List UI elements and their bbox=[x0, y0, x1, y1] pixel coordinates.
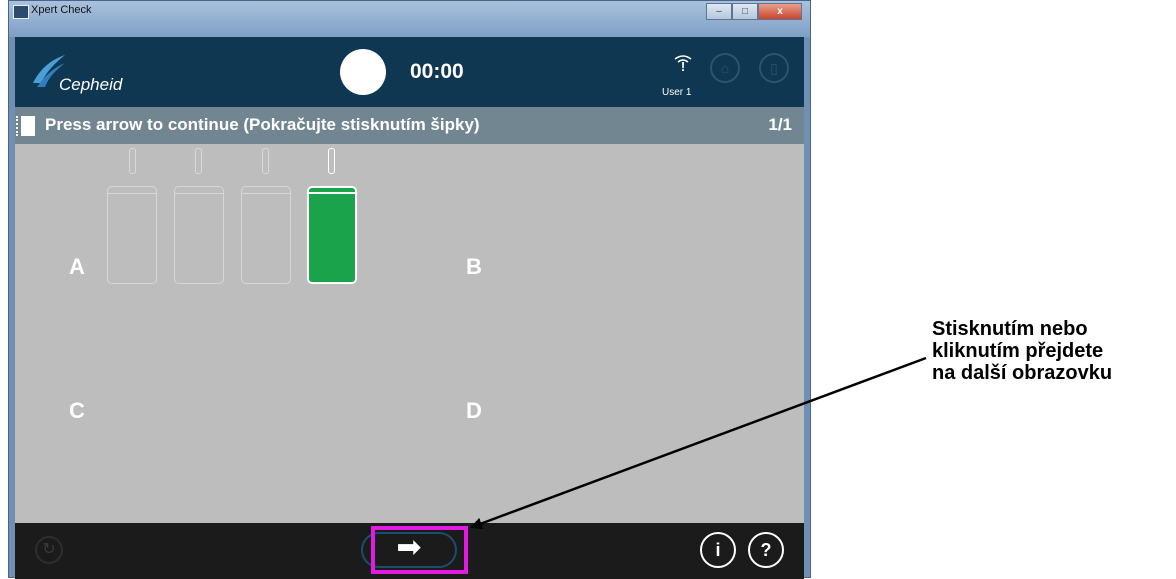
annotation-callout: Stisknutím nebo kliknutím přejdete na da… bbox=[932, 318, 1112, 384]
callout-arrow bbox=[470, 356, 927, 530]
annotation-line-2: kliknutím přejdete bbox=[932, 340, 1104, 362]
annotation-line-3: na další obrazovku bbox=[932, 362, 1113, 384]
annotation-line-1: Stisknutím nebo bbox=[932, 318, 1088, 340]
